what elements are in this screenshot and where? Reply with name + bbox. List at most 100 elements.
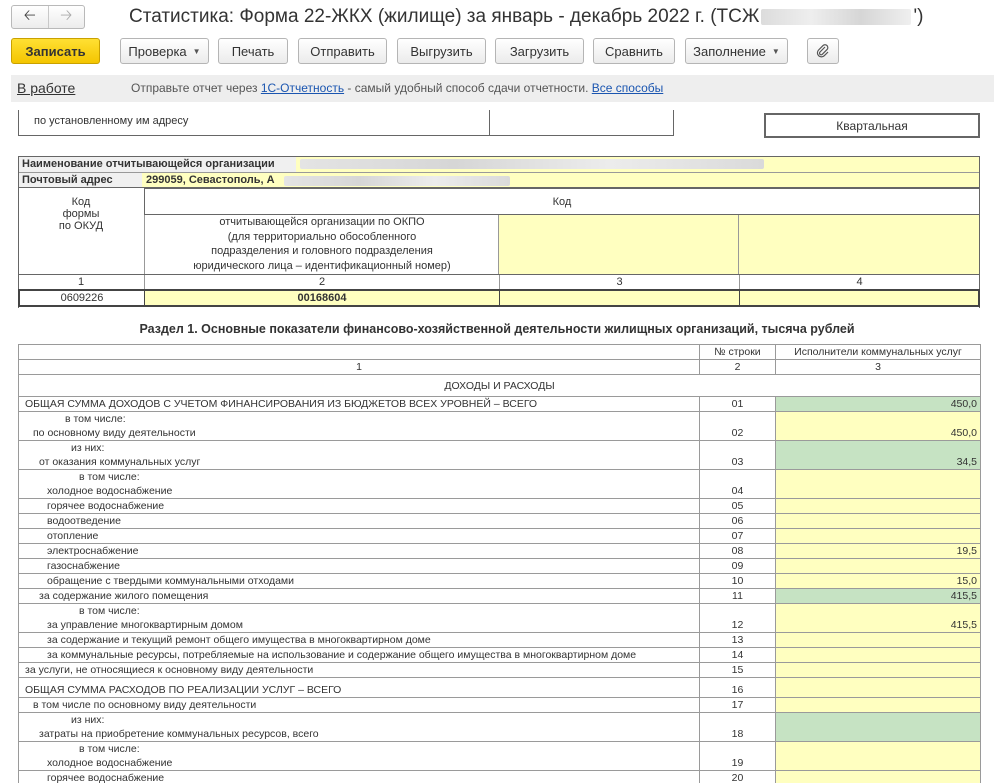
row-label: от оказания коммунальных услуг xyxy=(39,456,201,468)
row-value-cell[interactable] xyxy=(775,498,981,514)
row-number: 04 xyxy=(699,469,776,499)
org-name-label: Наименование отчитывающейся организации xyxy=(22,158,275,170)
row-label-cell: в том числе по основному виду деятельнос… xyxy=(18,697,700,713)
redacted-org-name-field xyxy=(300,159,764,169)
row-value-cell[interactable]: 450,0 xyxy=(775,411,981,441)
row-number: 16 xyxy=(699,677,776,698)
print-button[interactable]: Печать xyxy=(218,38,288,64)
fill-button[interactable]: Заполнение ▼ xyxy=(685,38,788,64)
periodicity-value: Квартальная xyxy=(836,118,908,133)
forward-button[interactable]: 🡢 xyxy=(47,6,85,28)
row-value-cell[interactable] xyxy=(775,712,981,742)
row-number: 19 xyxy=(699,741,776,771)
export-button-label: Выгрузить xyxy=(410,43,473,59)
code-col4-value[interactable] xyxy=(739,291,978,305)
row-label-cell: за услуги, не относящиеся к основному ви… xyxy=(18,662,700,678)
info-text-after: - самый удобный способ сдачи отчетности. xyxy=(344,81,592,95)
row-value-cell[interactable] xyxy=(775,632,981,648)
row-label: за коммунальные ресурсы, потребляемые на… xyxy=(47,649,637,661)
table-row: водоотведение 06 xyxy=(18,513,981,529)
row-label: холодное водоснабжение xyxy=(47,485,173,497)
col-number-4: 4 xyxy=(739,275,979,289)
periodicity-field: Квартальная xyxy=(764,113,980,138)
row-value-cell[interactable]: 415,5 xyxy=(775,603,981,633)
back-button[interactable]: 🡠 xyxy=(12,6,48,28)
code-header: Код xyxy=(144,188,980,215)
row-value-cell[interactable]: 19,5 xyxy=(775,543,981,559)
caret-down-icon: ▼ xyxy=(771,46,780,56)
send-button[interactable]: Отправить xyxy=(298,38,387,64)
export-button[interactable]: Выгрузить xyxy=(397,38,486,64)
row-value-cell[interactable] xyxy=(775,770,981,783)
okud-label: Код формы по ОКУД xyxy=(58,196,104,232)
check-button-label: Проверка xyxy=(128,43,187,59)
row-value-cell[interactable]: 415,5 xyxy=(775,588,981,604)
fill-button-label: Заполнение xyxy=(693,43,766,59)
row-number: 01 xyxy=(699,396,776,412)
row-label: электроснабжение xyxy=(47,545,139,557)
attach-button[interactable] xyxy=(807,38,839,64)
row-label: за услуги, не относящиеся к основному ви… xyxy=(25,664,314,676)
row-label: за содержание и текущий ремонт общего им… xyxy=(47,634,431,646)
row-number-header: № строки xyxy=(699,344,776,360)
indicators-table: № строки Исполнители коммунальных услуг … xyxy=(18,344,981,783)
1c-reporting-link[interactable]: 1С-Отчетность xyxy=(261,81,344,95)
arrow-right-icon: 🡢 xyxy=(60,6,73,24)
postal-address-value: 299059, Севастополь, А xyxy=(146,174,275,186)
row-label-cell: в том числе: холодное водоснабжение xyxy=(18,741,700,771)
row-value-cell[interactable]: 34,5 xyxy=(775,440,981,470)
divider xyxy=(489,110,490,136)
table-row: в том числе: холодное водоснабжение 19 xyxy=(18,741,981,771)
row-prefix: из них: xyxy=(71,442,105,454)
row-value-cell[interactable]: 15,0 xyxy=(775,573,981,589)
table-row: в том числе: за управление многоквартирны… xyxy=(18,603,981,633)
column-number-1: 1 xyxy=(18,359,700,375)
row-value-cell[interactable] xyxy=(775,469,981,499)
compare-button-label: Сравнить xyxy=(605,43,663,59)
compare-button[interactable]: Сравнить xyxy=(593,38,675,64)
info-bar: В работе Отправьте отчет через 1С-Отчетн… xyxy=(11,75,994,102)
okpo-value[interactable]: 00168604 xyxy=(144,291,499,305)
address-note: по установленному им адресу xyxy=(34,115,189,127)
table-row: в том числе: по основному виду деятельнос… xyxy=(18,411,981,441)
table-row: за услуги, не относящиеся к основному ви… xyxy=(18,662,981,678)
row-value-cell[interactable] xyxy=(775,528,981,544)
row-label: горячее водоснабжение xyxy=(47,772,165,783)
all-methods-link[interactable]: Все способы xyxy=(592,81,664,95)
row-label-cell: за содержание жилого помещения xyxy=(18,588,700,604)
save-button[interactable]: Записать xyxy=(11,38,100,64)
group-title-row: ДОХОДЫ И РАСХОДЫ xyxy=(18,374,981,397)
window-title: Статистика: Форма 22-ЖКХ (жилище) за янв… xyxy=(129,6,923,28)
row-value-cell[interactable] xyxy=(775,647,981,663)
row-value-cell[interactable] xyxy=(775,558,981,574)
row-value-cell[interactable]: 450,0 xyxy=(775,396,981,412)
column-number-2: 2 xyxy=(699,359,776,375)
row-label-cell: обращение с твердыми коммунальными отход… xyxy=(18,573,700,589)
header-cell-empty xyxy=(18,344,700,360)
col-number-3: 3 xyxy=(499,275,739,289)
save-button-label: Записать xyxy=(25,43,86,59)
table-row: из них: от оказания коммунальных услуг 03 3… xyxy=(18,440,981,470)
row-number: 14 xyxy=(699,647,776,663)
redacted-org-name xyxy=(761,8,912,25)
row-label: обращение с твердыми коммунальными отход… xyxy=(47,575,295,587)
import-button[interactable]: Загрузить xyxy=(495,38,584,64)
row-value-cell[interactable] xyxy=(775,662,981,678)
row-number: 15 xyxy=(699,662,776,678)
row-label-cell: из них: от оказания коммунальных услуг xyxy=(18,440,700,470)
table-row: в том числе: холодное водоснабжение 04 xyxy=(18,469,981,499)
check-button[interactable]: Проверка ▼ xyxy=(120,38,209,64)
row-number: 12 xyxy=(699,603,776,633)
info-text-before: Отправьте отчет через xyxy=(131,81,261,95)
row-value-cell[interactable] xyxy=(775,677,981,698)
code-col3-value[interactable] xyxy=(499,291,739,305)
status-link[interactable]: В работе xyxy=(17,80,75,96)
row-label-cell: водоотведение xyxy=(18,513,700,529)
row-label-cell: газоснабжение xyxy=(18,558,700,574)
row-value-cell[interactable] xyxy=(775,513,981,529)
table-header-row: № строки Исполнители коммунальных услуг xyxy=(18,344,981,360)
row-value-cell[interactable] xyxy=(775,741,981,771)
row-value-cell[interactable] xyxy=(775,697,981,713)
info-text: Отправьте отчет через 1С-Отчетность - са… xyxy=(131,81,663,95)
row-label-cell: в том числе: по основному виду деятельнос… xyxy=(18,411,700,441)
